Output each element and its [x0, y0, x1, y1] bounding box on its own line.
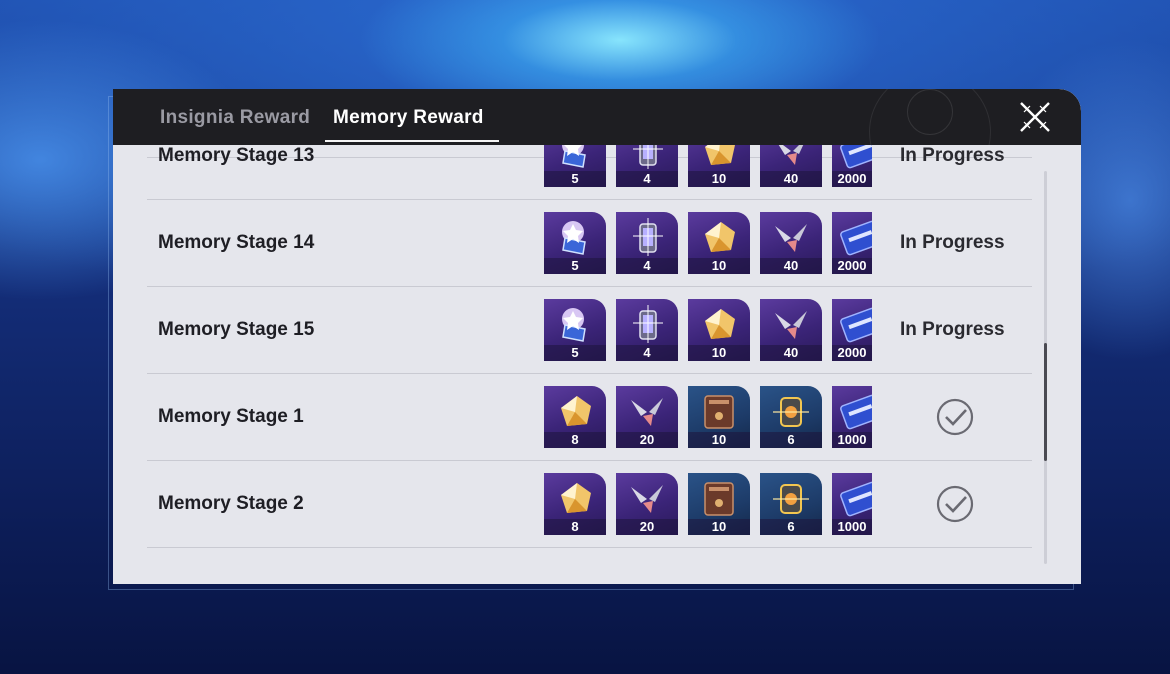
close-x-icon: [1020, 102, 1050, 132]
reward-item[interactable]: 4: [616, 299, 678, 361]
stage-status: In Progress: [900, 232, 1005, 253]
reward-item[interactable]: 5: [544, 299, 606, 361]
reward-row: Memory Stage 15 5 4 10 40 2000 In Progress: [147, 286, 1032, 374]
reward-item[interactable]: 5: [544, 212, 606, 274]
completed-check-icon: [935, 397, 975, 437]
reward-panel: Insignia Reward Memory Reward Memory Sta…: [113, 89, 1081, 584]
reward-item[interactable]: 10: [688, 212, 750, 274]
reward-quantity: 2000: [832, 258, 872, 274]
panel-header: Insignia Reward Memory Reward: [113, 89, 1081, 145]
reward-quantity: 5: [544, 258, 606, 274]
reward-item[interactable]: 2000: [832, 145, 872, 187]
reward-item[interactable]: 2000: [832, 299, 872, 361]
reward-row: Memory Stage 13 5 4 10 40 2000 In Progress: [147, 145, 1032, 200]
reward-quantity: 4: [616, 345, 678, 361]
reward-item[interactable]: 5: [544, 145, 606, 187]
reward-quantity: 1000: [832, 519, 872, 535]
reward-row: Memory Stage 1 8 20 10 6 1000: [147, 373, 1032, 461]
reward-item[interactable]: 10: [688, 145, 750, 187]
reward-quantity: 5: [544, 345, 606, 361]
reward-quantity: 40: [760, 258, 822, 274]
reward-quantity: 2000: [832, 171, 872, 187]
reward-item[interactable]: 40: [760, 212, 822, 274]
reward-quantity: 1000: [832, 432, 872, 448]
reward-item[interactable]: 40: [760, 145, 822, 187]
reward-item[interactable]: 6: [760, 386, 822, 448]
tab-insignia-reward[interactable]: Insignia Reward: [160, 107, 310, 129]
reward-item[interactable]: 20: [616, 473, 678, 535]
stage-name: Memory Stage 13: [158, 145, 315, 166]
reward-item[interactable]: 40: [760, 299, 822, 361]
completed-check-icon: [935, 484, 975, 524]
scrollbar-thumb[interactable]: [1044, 343, 1047, 461]
active-tab-indicator: [325, 140, 499, 142]
reward-quantity: 20: [616, 432, 678, 448]
stage-name: Memory Stage 2: [158, 493, 304, 514]
reward-item[interactable]: 10: [688, 473, 750, 535]
reward-quantity: 8: [544, 432, 606, 448]
reward-quantity: 5: [544, 171, 606, 187]
reward-quantity: 6: [760, 432, 822, 448]
reward-item[interactable]: 6: [760, 473, 822, 535]
reward-quantity: 10: [688, 345, 750, 361]
reward-item[interactable]: 10: [688, 386, 750, 448]
reward-quantity: 4: [616, 171, 678, 187]
reward-quantity: 10: [688, 258, 750, 274]
reward-quantity: 10: [688, 432, 750, 448]
close-button[interactable]: [1013, 95, 1057, 139]
reward-item[interactable]: 8: [544, 473, 606, 535]
tab-memory-reward[interactable]: Memory Reward: [333, 107, 484, 129]
stage-name: Memory Stage 14: [158, 232, 315, 253]
reward-quantity: 8: [544, 519, 606, 535]
header-decoration-small: [907, 89, 953, 135]
reward-quantity: 4: [616, 258, 678, 274]
reward-quantity: 6: [760, 519, 822, 535]
reward-item[interactable]: 8: [544, 386, 606, 448]
reward-quantity: 40: [760, 345, 822, 361]
reward-row: Memory Stage 14 5 4 10 40 2000 In Progress: [147, 199, 1032, 287]
reward-list[interactable]: Memory Stage 13 5 4 10 40 2000 In Progress Memo…: [147, 145, 1032, 584]
reward-item[interactable]: 20: [616, 386, 678, 448]
reward-item[interactable]: 10: [688, 299, 750, 361]
stage-name: Memory Stage 15: [158, 319, 315, 340]
reward-item[interactable]: 4: [616, 212, 678, 274]
reward-item[interactable]: 2000: [832, 212, 872, 274]
reward-quantity: 40: [760, 171, 822, 187]
reward-item[interactable]: 4: [616, 145, 678, 187]
stage-status: In Progress: [900, 319, 1005, 340]
reward-quantity: 2000: [832, 345, 872, 361]
reward-row: Memory Stage 2 8 20 10 6 1000: [147, 460, 1032, 548]
reward-item[interactable]: 1000: [832, 473, 872, 535]
reward-quantity: 10: [688, 519, 750, 535]
reward-quantity: 10: [688, 171, 750, 187]
stage-name: Memory Stage 1: [158, 406, 304, 427]
reward-quantity: 20: [616, 519, 678, 535]
reward-item[interactable]: 1000: [832, 386, 872, 448]
stage-status: In Progress: [900, 145, 1005, 166]
